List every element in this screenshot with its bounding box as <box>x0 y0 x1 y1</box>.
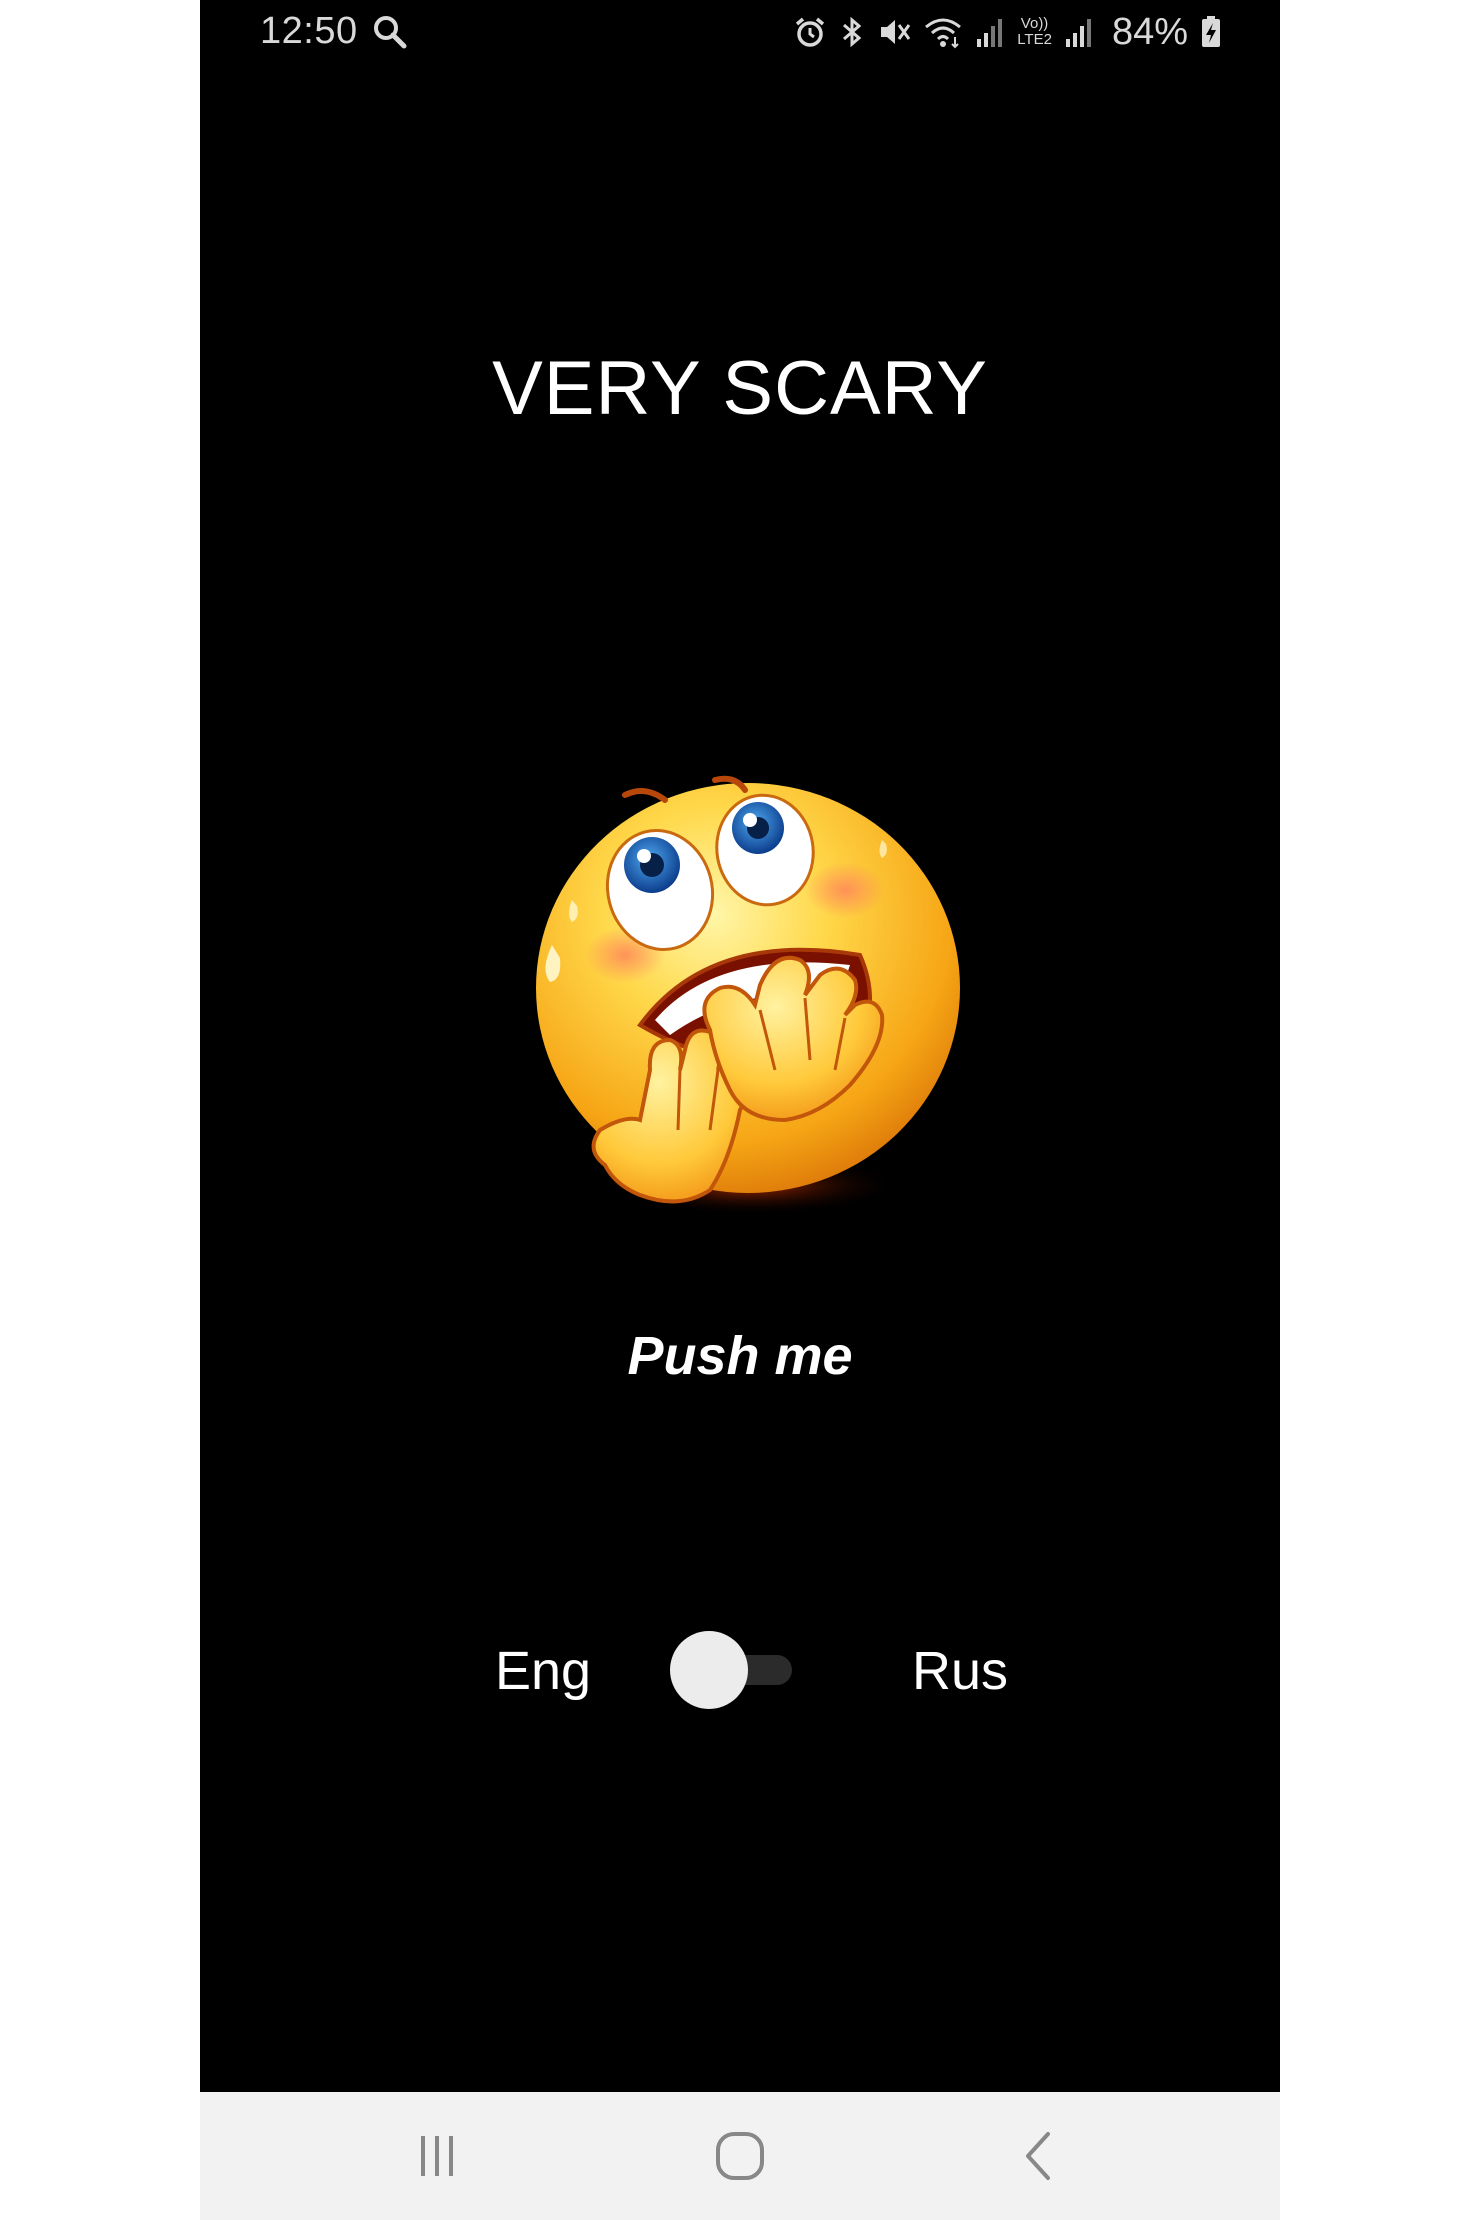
language-rus-label: Rus <box>912 1641 1009 1701</box>
battery-charging-icon <box>1202 16 1220 47</box>
search-icon <box>374 16 407 49</box>
status-icons: Vo)) LTE2 84% <box>793 10 1222 54</box>
home-icon[interactable] <box>708 2124 772 2188</box>
toggle-thumb <box>670 1631 748 1709</box>
back-icon[interactable] <box>1008 2124 1072 2188</box>
language-switch-row: Eng Rus <box>200 1620 1280 1720</box>
volte-label: Vo)) <box>1020 15 1049 32</box>
signal-icon <box>1065 19 1091 47</box>
volte-lte2-icon: Vo)) LTE2 <box>1017 16 1052 48</box>
wifi-icon <box>925 18 962 49</box>
language-eng-label: Eng <box>495 1641 592 1701</box>
app-screen: 12:50 Vo)) LTE2 84% VERY SCARY Push me E… <box>200 0 1280 2220</box>
scared-emoji-button[interactable] <box>530 770 970 1230</box>
push-me-label[interactable]: Push me <box>200 1325 1280 1387</box>
battery-percent: 84% <box>1111 10 1188 53</box>
signal-icon <box>977 19 1003 47</box>
alarm-icon <box>796 17 825 47</box>
lte2-label: LTE2 <box>1017 31 1052 48</box>
bluetooth-icon <box>843 16 862 48</box>
mute-icon <box>881 20 911 44</box>
scared-face-emoji <box>536 775 960 1215</box>
status-bar: 12:50 Vo)) LTE2 84% <box>200 0 1280 64</box>
page-title: VERY SCARY <box>492 346 988 431</box>
language-toggle[interactable] <box>670 1630 795 1710</box>
navigation-bar <box>200 2092 1280 2220</box>
status-time: 12:50 <box>260 10 358 52</box>
recent-apps-icon[interactable] <box>405 2124 469 2188</box>
